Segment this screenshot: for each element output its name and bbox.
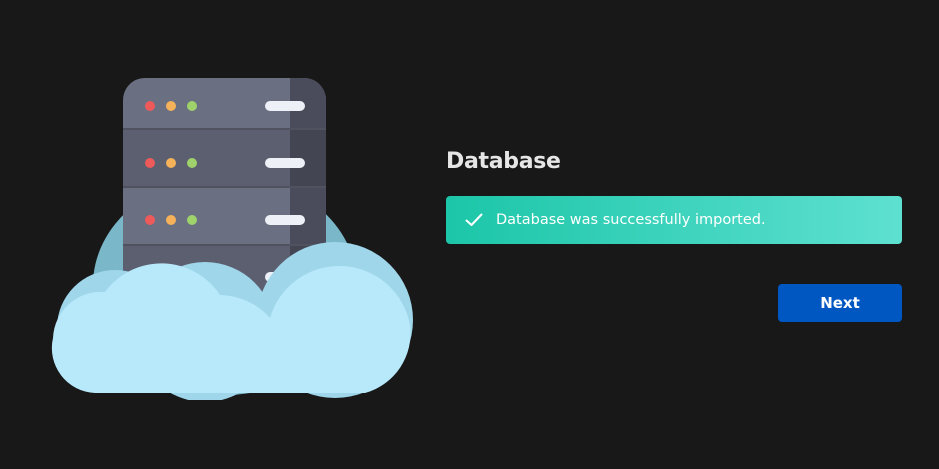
database-step: Database Database was successfully impor… [0, 0, 939, 469]
page-title: Database [446, 149, 561, 174]
next-button[interactable]: Next [778, 284, 902, 322]
alert-message: Database was successfully imported. [496, 212, 766, 228]
database-server-cloud-icon [51, 78, 413, 400]
success-alert: Database was successfully imported. [446, 196, 902, 244]
check-icon [464, 210, 484, 230]
